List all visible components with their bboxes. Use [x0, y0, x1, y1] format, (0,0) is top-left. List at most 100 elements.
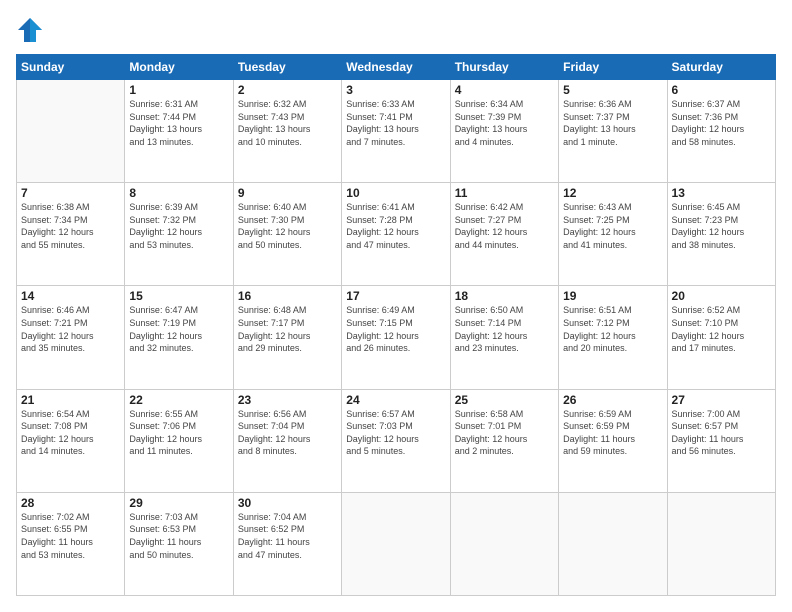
day-cell-18: 18Sunrise: 6:50 AM Sunset: 7:14 PM Dayli… [450, 286, 558, 389]
day-number: 16 [238, 289, 337, 303]
weekday-header-wednesday: Wednesday [342, 55, 450, 80]
page-header [16, 16, 776, 44]
day-number: 17 [346, 289, 445, 303]
day-info: Sunrise: 6:41 AM Sunset: 7:28 PM Dayligh… [346, 201, 445, 251]
week-row-3: 14Sunrise: 6:46 AM Sunset: 7:21 PM Dayli… [17, 286, 776, 389]
day-info: Sunrise: 7:03 AM Sunset: 6:53 PM Dayligh… [129, 511, 228, 561]
day-info: Sunrise: 6:47 AM Sunset: 7:19 PM Dayligh… [129, 304, 228, 354]
weekday-header-sunday: Sunday [17, 55, 125, 80]
day-info: Sunrise: 6:40 AM Sunset: 7:30 PM Dayligh… [238, 201, 337, 251]
day-cell-6: 6Sunrise: 6:37 AM Sunset: 7:36 PM Daylig… [667, 80, 775, 183]
day-info: Sunrise: 6:38 AM Sunset: 7:34 PM Dayligh… [21, 201, 120, 251]
day-number: 8 [129, 186, 228, 200]
day-cell-28: 28Sunrise: 7:02 AM Sunset: 6:55 PM Dayli… [17, 492, 125, 595]
day-info: Sunrise: 6:51 AM Sunset: 7:12 PM Dayligh… [563, 304, 662, 354]
day-cell-2: 2Sunrise: 6:32 AM Sunset: 7:43 PM Daylig… [233, 80, 341, 183]
day-info: Sunrise: 6:56 AM Sunset: 7:04 PM Dayligh… [238, 408, 337, 458]
weekday-header-saturday: Saturday [667, 55, 775, 80]
day-number: 9 [238, 186, 337, 200]
day-cell-3: 3Sunrise: 6:33 AM Sunset: 7:41 PM Daylig… [342, 80, 450, 183]
day-cell-21: 21Sunrise: 6:54 AM Sunset: 7:08 PM Dayli… [17, 389, 125, 492]
day-cell-7: 7Sunrise: 6:38 AM Sunset: 7:34 PM Daylig… [17, 183, 125, 286]
weekday-header-thursday: Thursday [450, 55, 558, 80]
day-info: Sunrise: 6:55 AM Sunset: 7:06 PM Dayligh… [129, 408, 228, 458]
day-info: Sunrise: 6:48 AM Sunset: 7:17 PM Dayligh… [238, 304, 337, 354]
weekday-header-friday: Friday [559, 55, 667, 80]
day-number: 19 [563, 289, 662, 303]
day-cell-24: 24Sunrise: 6:57 AM Sunset: 7:03 PM Dayli… [342, 389, 450, 492]
day-cell-23: 23Sunrise: 6:56 AM Sunset: 7:04 PM Dayli… [233, 389, 341, 492]
day-cell-13: 13Sunrise: 6:45 AM Sunset: 7:23 PM Dayli… [667, 183, 775, 286]
day-cell-5: 5Sunrise: 6:36 AM Sunset: 7:37 PM Daylig… [559, 80, 667, 183]
day-number: 5 [563, 83, 662, 97]
empty-cell [17, 80, 125, 183]
day-cell-9: 9Sunrise: 6:40 AM Sunset: 7:30 PM Daylig… [233, 183, 341, 286]
day-cell-30: 30Sunrise: 7:04 AM Sunset: 6:52 PM Dayli… [233, 492, 341, 595]
day-number: 6 [672, 83, 771, 97]
day-info: Sunrise: 6:59 AM Sunset: 6:59 PM Dayligh… [563, 408, 662, 458]
day-info: Sunrise: 7:02 AM Sunset: 6:55 PM Dayligh… [21, 511, 120, 561]
day-info: Sunrise: 6:36 AM Sunset: 7:37 PM Dayligh… [563, 98, 662, 148]
day-cell-15: 15Sunrise: 6:47 AM Sunset: 7:19 PM Dayli… [125, 286, 233, 389]
day-info: Sunrise: 6:49 AM Sunset: 7:15 PM Dayligh… [346, 304, 445, 354]
day-number: 7 [21, 186, 120, 200]
day-cell-4: 4Sunrise: 6:34 AM Sunset: 7:39 PM Daylig… [450, 80, 558, 183]
day-info: Sunrise: 6:57 AM Sunset: 7:03 PM Dayligh… [346, 408, 445, 458]
logo [16, 16, 48, 44]
day-info: Sunrise: 6:42 AM Sunset: 7:27 PM Dayligh… [455, 201, 554, 251]
day-number: 29 [129, 496, 228, 510]
day-number: 25 [455, 393, 554, 407]
empty-cell [667, 492, 775, 595]
day-info: Sunrise: 6:45 AM Sunset: 7:23 PM Dayligh… [672, 201, 771, 251]
day-cell-10: 10Sunrise: 6:41 AM Sunset: 7:28 PM Dayli… [342, 183, 450, 286]
empty-cell [342, 492, 450, 595]
day-info: Sunrise: 6:46 AM Sunset: 7:21 PM Dayligh… [21, 304, 120, 354]
day-number: 13 [672, 186, 771, 200]
day-number: 28 [21, 496, 120, 510]
day-number: 22 [129, 393, 228, 407]
logo-icon [16, 16, 44, 44]
day-info: Sunrise: 6:58 AM Sunset: 7:01 PM Dayligh… [455, 408, 554, 458]
day-cell-27: 27Sunrise: 7:00 AM Sunset: 6:57 PM Dayli… [667, 389, 775, 492]
day-cell-25: 25Sunrise: 6:58 AM Sunset: 7:01 PM Dayli… [450, 389, 558, 492]
day-number: 24 [346, 393, 445, 407]
day-cell-29: 29Sunrise: 7:03 AM Sunset: 6:53 PM Dayli… [125, 492, 233, 595]
day-number: 4 [455, 83, 554, 97]
day-number: 3 [346, 83, 445, 97]
day-info: Sunrise: 6:33 AM Sunset: 7:41 PM Dayligh… [346, 98, 445, 148]
week-row-2: 7Sunrise: 6:38 AM Sunset: 7:34 PM Daylig… [17, 183, 776, 286]
day-info: Sunrise: 6:31 AM Sunset: 7:44 PM Dayligh… [129, 98, 228, 148]
day-info: Sunrise: 6:50 AM Sunset: 7:14 PM Dayligh… [455, 304, 554, 354]
weekday-header-tuesday: Tuesday [233, 55, 341, 80]
day-cell-11: 11Sunrise: 6:42 AM Sunset: 7:27 PM Dayli… [450, 183, 558, 286]
day-info: Sunrise: 6:39 AM Sunset: 7:32 PM Dayligh… [129, 201, 228, 251]
day-cell-17: 17Sunrise: 6:49 AM Sunset: 7:15 PM Dayli… [342, 286, 450, 389]
day-number: 14 [21, 289, 120, 303]
day-info: Sunrise: 7:00 AM Sunset: 6:57 PM Dayligh… [672, 408, 771, 458]
weekday-header-row: SundayMondayTuesdayWednesdayThursdayFrid… [17, 55, 776, 80]
day-info: Sunrise: 6:37 AM Sunset: 7:36 PM Dayligh… [672, 98, 771, 148]
week-row-1: 1Sunrise: 6:31 AM Sunset: 7:44 PM Daylig… [17, 80, 776, 183]
day-number: 18 [455, 289, 554, 303]
day-info: Sunrise: 6:34 AM Sunset: 7:39 PM Dayligh… [455, 98, 554, 148]
day-cell-12: 12Sunrise: 6:43 AM Sunset: 7:25 PM Dayli… [559, 183, 667, 286]
weekday-header-monday: Monday [125, 55, 233, 80]
day-number: 20 [672, 289, 771, 303]
day-cell-14: 14Sunrise: 6:46 AM Sunset: 7:21 PM Dayli… [17, 286, 125, 389]
empty-cell [450, 492, 558, 595]
calendar-table: SundayMondayTuesdayWednesdayThursdayFrid… [16, 54, 776, 596]
day-number: 11 [455, 186, 554, 200]
day-number: 26 [563, 393, 662, 407]
day-number: 23 [238, 393, 337, 407]
day-cell-20: 20Sunrise: 6:52 AM Sunset: 7:10 PM Dayli… [667, 286, 775, 389]
day-cell-1: 1Sunrise: 6:31 AM Sunset: 7:44 PM Daylig… [125, 80, 233, 183]
day-cell-22: 22Sunrise: 6:55 AM Sunset: 7:06 PM Dayli… [125, 389, 233, 492]
day-number: 15 [129, 289, 228, 303]
day-cell-26: 26Sunrise: 6:59 AM Sunset: 6:59 PM Dayli… [559, 389, 667, 492]
day-number: 27 [672, 393, 771, 407]
week-row-5: 28Sunrise: 7:02 AM Sunset: 6:55 PM Dayli… [17, 492, 776, 595]
day-cell-19: 19Sunrise: 6:51 AM Sunset: 7:12 PM Dayli… [559, 286, 667, 389]
day-info: Sunrise: 6:32 AM Sunset: 7:43 PM Dayligh… [238, 98, 337, 148]
day-info: Sunrise: 6:54 AM Sunset: 7:08 PM Dayligh… [21, 408, 120, 458]
week-row-4: 21Sunrise: 6:54 AM Sunset: 7:08 PM Dayli… [17, 389, 776, 492]
